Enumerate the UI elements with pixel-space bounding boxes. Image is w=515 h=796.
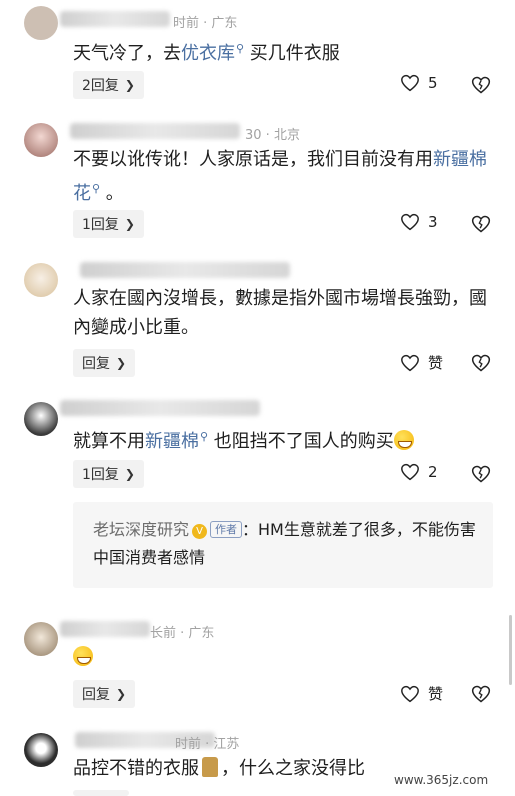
comment-text: 就算不用新疆棉⚲ 也阻挡不了国人的购买 bbox=[73, 422, 493, 456]
username-blurred[interactable] bbox=[60, 11, 170, 27]
comment-text bbox=[73, 643, 493, 672]
username-blurred[interactable] bbox=[60, 621, 150, 637]
like-count: 赞 bbox=[428, 685, 444, 703]
comment-meta: 30 · 北京 bbox=[245, 128, 300, 143]
chevron-right-icon: ❯ bbox=[116, 356, 127, 370]
text-segment: 品控不错的衣服 bbox=[73, 758, 199, 779]
broken-heart-icon[interactable] bbox=[471, 464, 491, 484]
reply-label: 回复 bbox=[82, 687, 110, 703]
text-segment: ，什么之家没得比 bbox=[221, 758, 365, 779]
reply-button[interactable]: 1回复 ❯ bbox=[73, 460, 144, 488]
reply-label: 1回复 bbox=[82, 467, 119, 483]
text-segment: 不要以讹传讹！人家原话是，我们目前没有用 bbox=[73, 149, 433, 170]
like-count: 赞 bbox=[428, 354, 444, 372]
comment-meta: 长前 · 广东 bbox=[150, 626, 215, 641]
chevron-right-icon: ❯ bbox=[116, 687, 127, 701]
reply-button[interactable]: 2回复 ❯ bbox=[73, 71, 144, 99]
broken-heart-icon[interactable] bbox=[471, 684, 491, 704]
chevron-right-icon: ❯ bbox=[124, 467, 135, 481]
topic-link[interactable]: 优衣库 bbox=[181, 43, 235, 64]
like-button[interactable]: 3 bbox=[400, 213, 438, 231]
like-count: 3 bbox=[428, 213, 438, 231]
heart-icon bbox=[401, 74, 419, 92]
like-count: 2 bbox=[428, 463, 438, 481]
topic-link[interactable]: 新疆棉 bbox=[145, 431, 199, 452]
username-blurred[interactable] bbox=[60, 400, 260, 416]
reply-label: 1回复 bbox=[82, 217, 119, 233]
reply-button[interactable]: 1回复 ❯ bbox=[73, 210, 144, 238]
reply-label: 2回复 bbox=[82, 78, 119, 94]
text-segment: 就算不用 bbox=[73, 431, 145, 452]
reply-button[interactable] bbox=[73, 790, 129, 796]
heart-icon bbox=[401, 354, 419, 371]
reply-author-name[interactable]: 老坛深度研究 bbox=[93, 520, 189, 539]
broken-heart-icon[interactable] bbox=[471, 75, 491, 95]
comment-text: 人家在國內沒增長，數據是指外國市場增長強勁，國內變成小比重。 bbox=[73, 284, 493, 342]
text-segment: 人家在國內沒增長，數據是指外國市場增長強勁，國內變成小比重。 bbox=[73, 288, 487, 338]
avatar[interactable] bbox=[24, 622, 58, 656]
coat-emoji-icon bbox=[202, 757, 218, 777]
avatar[interactable] bbox=[24, 733, 58, 767]
avatar[interactable] bbox=[24, 6, 58, 40]
reply-button[interactable]: 回复 ❯ bbox=[73, 680, 136, 708]
author-tag: 作者 bbox=[210, 521, 243, 538]
reply-preview-text: 老坛深度研究 V 作者 ：HM生意就差了很多，不能伤害中国消费者感情 bbox=[93, 516, 483, 572]
chevron-right-icon: ❯ bbox=[124, 78, 135, 92]
like-button[interactable]: 赞 bbox=[400, 683, 443, 704]
verified-badge-icon: V bbox=[192, 524, 208, 539]
avatar[interactable] bbox=[24, 402, 58, 436]
text-segment: 也阻挡不了国人的购买 bbox=[208, 431, 394, 452]
username-blurred[interactable] bbox=[70, 123, 240, 139]
comment-meta: 时前 · 江苏 bbox=[175, 737, 240, 752]
search-icon: ⚲ bbox=[92, 182, 101, 195]
like-button[interactable]: 5 bbox=[400, 74, 438, 92]
broken-heart-icon[interactable] bbox=[471, 214, 491, 234]
grin-emoji-icon bbox=[393, 430, 414, 450]
laugh-emoji-icon bbox=[73, 646, 93, 666]
avatar[interactable] bbox=[24, 263, 58, 297]
comment-meta: 时前 · 广东 bbox=[173, 16, 238, 31]
reply-label: 回复 bbox=[82, 356, 110, 372]
like-count: 5 bbox=[428, 74, 438, 92]
heart-icon bbox=[401, 463, 419, 481]
watermark: www.365jz.com bbox=[394, 773, 489, 787]
heart-icon bbox=[401, 685, 419, 702]
like-button[interactable]: 2 bbox=[400, 463, 438, 481]
search-icon: ⚲ bbox=[200, 430, 209, 443]
text-segment: 。 bbox=[100, 183, 124, 204]
comment-text: 天气冷了，去优衣库⚲ 买几件衣服 bbox=[73, 34, 493, 68]
heart-icon bbox=[401, 213, 419, 231]
scrollbar[interactable] bbox=[509, 615, 512, 685]
broken-heart-icon[interactable] bbox=[471, 353, 491, 373]
chevron-right-icon: ❯ bbox=[124, 217, 135, 231]
username-blurred[interactable] bbox=[80, 262, 290, 278]
text-segment: 买几件衣服 bbox=[244, 43, 340, 64]
avatar[interactable] bbox=[24, 123, 58, 157]
reply-preview-box[interactable]: 老坛深度研究 V 作者 ：HM生意就差了很多，不能伤害中国消费者感情 bbox=[73, 502, 493, 588]
text-segment: 天气冷了，去 bbox=[73, 43, 181, 64]
like-button[interactable]: 赞 bbox=[400, 352, 443, 373]
comment-text: 不要以讹传讹！人家原话是，我们目前没有用新疆棉花⚲ 。 bbox=[73, 145, 493, 208]
reply-button[interactable]: 回复 ❯ bbox=[73, 349, 136, 377]
search-icon: ⚲ bbox=[236, 42, 245, 55]
